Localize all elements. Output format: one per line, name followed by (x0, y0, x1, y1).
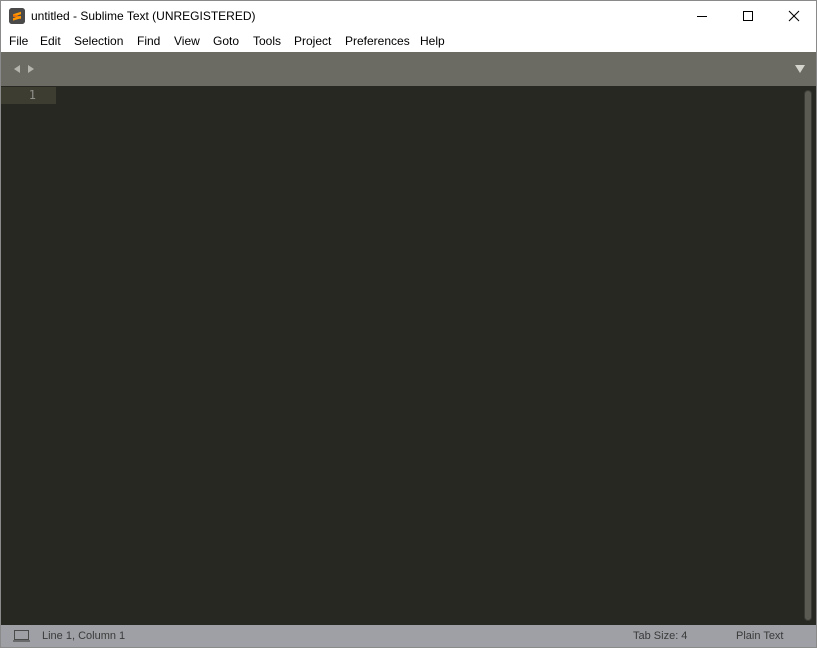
menu-selection[interactable]: Selection (74, 34, 123, 48)
close-icon (788, 10, 800, 22)
dropdown-triangle-icon[interactable] (794, 64, 806, 74)
maximize-icon (743, 11, 753, 21)
menu-preferences[interactable]: Preferences (345, 34, 410, 48)
editor-area[interactable]: 1 (1, 86, 816, 625)
menu-goto[interactable]: Goto (213, 34, 239, 48)
line-number: 1 (28, 88, 36, 102)
arrow-left-icon[interactable] (12, 64, 22, 74)
close-button[interactable] (771, 1, 816, 32)
menu-tools[interactable]: Tools (253, 34, 281, 48)
menu-file[interactable]: File (9, 34, 28, 48)
minimize-button[interactable] (679, 1, 725, 32)
cursor-position[interactable]: Line 1, Column 1 (42, 630, 125, 642)
syntax-selector[interactable]: Plain Text (736, 630, 784, 642)
sublime-text-logo-icon (9, 8, 25, 24)
menu-view[interactable]: View (174, 34, 200, 48)
maximize-button[interactable] (725, 1, 771, 32)
tab-size-selector[interactable]: Tab Size: 4 (633, 630, 687, 642)
current-line-highlight: 1 (1, 87, 56, 104)
status-bar: Line 1, Column 1 Tab Size: 4 Plain Text (1, 625, 816, 647)
sublime-text-window: untitled - Sublime Text (UNREGISTERED) F… (0, 0, 817, 648)
title-bar[interactable]: untitled - Sublime Text (UNREGISTERED) (1, 1, 816, 32)
menu-bar: File Edit Selection Find View Goto Tools… (1, 32, 816, 52)
tab-bar (1, 52, 816, 86)
window-title: untitled - Sublime Text (UNREGISTERED) (31, 9, 256, 23)
menu-find[interactable]: Find (137, 34, 160, 48)
arrow-right-icon[interactable] (26, 64, 36, 74)
menu-edit[interactable]: Edit (40, 34, 61, 48)
minimize-icon (697, 16, 707, 17)
panel-toggle-icon[interactable] (13, 630, 30, 642)
menu-project[interactable]: Project (294, 34, 331, 48)
scrollbar-thumb[interactable] (805, 91, 811, 620)
menu-help[interactable]: Help (420, 34, 445, 48)
